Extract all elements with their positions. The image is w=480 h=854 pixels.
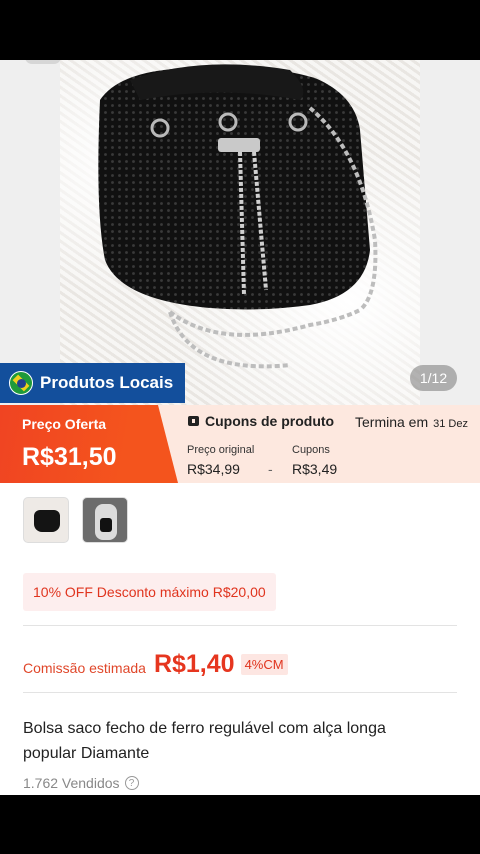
divider <box>23 625 457 626</box>
ends-date: 31 Dez <box>433 418 468 430</box>
thumbnail-2[interactable] <box>82 497 128 543</box>
ticket-icon <box>188 416 199 426</box>
commission-row: Comissão estimada R$1,40 4%CM <box>23 644 288 684</box>
image-counter: 1/12 <box>410 365 457 391</box>
ends-label: Termina em <box>355 414 429 430</box>
local-products-label: Produtos Locais <box>40 373 174 392</box>
coupons-label: Cupons <box>292 444 330 456</box>
bag-illustration <box>98 64 378 369</box>
ends-info: Termina em 31 Dez <box>355 414 468 430</box>
price-separator: - <box>268 461 273 477</box>
discount-tag[interactable]: 10% OFF Desconto máximo R$20,00 <box>23 573 276 611</box>
divider <box>23 692 457 693</box>
brazil-flag-icon <box>9 371 33 395</box>
thumbnail-strip <box>23 497 128 543</box>
product-image-carousel[interactable]: Produtos Locais 1/12 <box>0 60 480 405</box>
product-photo <box>60 60 420 405</box>
original-price-value: R$34,99 <box>187 461 240 477</box>
coupon-title-text: Cupons de produto <box>205 413 335 429</box>
local-products-badge: Produtos Locais <box>0 363 185 403</box>
offer-label: Preço Oferta <box>22 416 107 432</box>
commission-value: R$1,40 <box>153 649 235 678</box>
product-title: Bolsa saco fecho de ferro regulável com … <box>23 720 386 762</box>
info-icon[interactable]: ? <box>124 776 139 790</box>
thumbnail-1[interactable] <box>23 497 69 543</box>
product-screen: Produtos Locais 1/12 Preço Oferta R$31,5… <box>0 60 480 795</box>
commission-label: Comissão estimada <box>23 660 146 676</box>
offer-price: R$31,50 <box>22 443 117 471</box>
coupons-value: R$3,49 <box>292 461 338 477</box>
sold-count: 1.762 Vendidos ? <box>23 775 139 791</box>
offer-banner: Preço Oferta R$31,50 Cupons de produto T… <box>0 405 480 483</box>
original-price-label: Preço original <box>187 444 255 456</box>
commission-rate-badge: 4%CM <box>240 653 288 675</box>
status-indicator <box>25 60 61 64</box>
coupon-title: Cupons de produto <box>188 413 334 429</box>
offer-price-panel: Preço Oferta R$31,50 <box>0 405 178 483</box>
sold-text: 1.762 Vendidos <box>23 775 120 791</box>
